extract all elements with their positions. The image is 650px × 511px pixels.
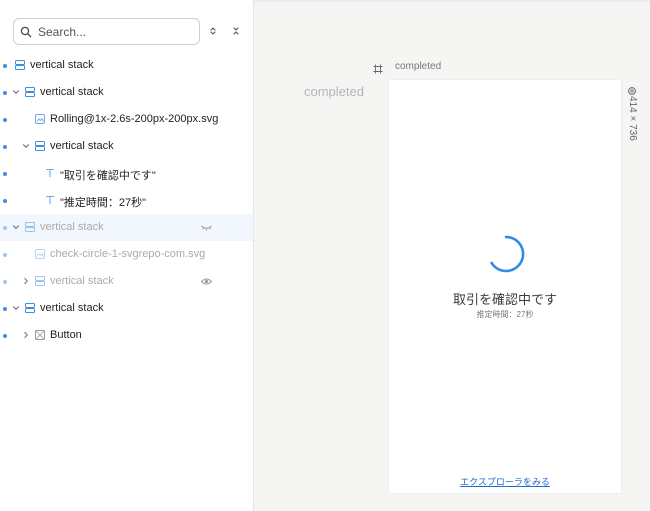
stack-icon <box>34 275 46 287</box>
layer-label: vertical stack <box>30 59 94 71</box>
layer-label: Button <box>50 329 82 341</box>
layer-label: "取引を確認中です" <box>60 170 156 182</box>
frame-name-label[interactable]: completed <box>395 61 441 72</box>
image-icon <box>34 113 46 125</box>
layer-row[interactable]: vertical stack <box>0 214 253 241</box>
layer-label: Rolling@1x-2.6s-200px-200px.svg <box>50 113 219 125</box>
layer-status-dot <box>3 199 7 203</box>
layers-panel: vertical stack vertical stack Rolling@1x-2… <box>0 0 254 511</box>
layer-label: vertical stack <box>50 275 114 287</box>
device-frame[interactable]: 取引を確認中です 推定時間：27秒 エクスプローラをみる <box>389 80 621 493</box>
dimensions-label: 414 × 736 <box>627 96 638 141</box>
layer-row[interactable]: "推定時間：27秒" <box>0 187 253 214</box>
screen-title: 取引を確認中です <box>452 292 557 307</box>
layer-row[interactable]: vertical stack <box>0 79 253 106</box>
screen-subtitle: 推定時間：27秒 <box>476 310 534 319</box>
chevron-down-icon[interactable] <box>11 303 21 313</box>
eye-icon[interactable] <box>200 275 213 288</box>
layer-label: vertical stack <box>40 86 104 98</box>
layer-status-dot <box>3 334 7 338</box>
text-icon <box>44 194 56 206</box>
layer-status-dot <box>3 307 7 311</box>
sort-toggle-button[interactable] <box>206 24 220 38</box>
search-icon <box>20 26 32 37</box>
layer-status-dot <box>3 118 7 122</box>
collapse-all-button[interactable] <box>229 24 243 38</box>
ghost-frame-label: completed <box>304 84 364 99</box>
stack-icon <box>24 221 36 233</box>
layer-status-dot <box>3 226 7 230</box>
stack-icon <box>34 140 46 152</box>
layer-status-dot <box>3 91 7 95</box>
layer-row[interactable]: "取引を確認中です" <box>0 160 253 187</box>
layer-label: check-circle-1-svgrepo-com.svg <box>50 248 206 260</box>
layer-label: "推定時間：27秒" <box>60 197 147 209</box>
stack-icon <box>14 59 26 71</box>
chevron-right-icon[interactable] <box>21 276 31 286</box>
layer-row[interactable]: vertical stack <box>0 133 253 160</box>
chevron-down-icon[interactable] <box>11 222 21 232</box>
layer-row[interactable]: Button <box>0 322 253 349</box>
text-icon <box>44 167 56 179</box>
layer-label: vertical stack <box>40 302 104 314</box>
component-icon <box>34 329 46 341</box>
chevron-down-icon[interactable] <box>11 87 21 97</box>
chevron-right-icon[interactable] <box>21 330 31 340</box>
layer-row[interactable]: check-circle-1-svgrepo-com.svg <box>0 241 253 268</box>
canvas-top-border <box>254 0 650 2</box>
layer-status-dot <box>3 172 7 176</box>
chevron-up-down-icon <box>210 27 216 35</box>
stack-icon <box>24 302 36 314</box>
layer-row[interactable]: Rolling@1x-2.6s-200px-200px.svg <box>0 106 253 133</box>
eye-closed-icon[interactable] <box>200 221 213 234</box>
layer-status-dot <box>3 280 7 284</box>
image-icon <box>34 248 46 260</box>
layer-row[interactable]: vertical stack <box>0 52 253 79</box>
layer-label: vertical stack <box>40 221 104 233</box>
gear-icon <box>628 87 636 95</box>
search-input[interactable] <box>38 24 188 39</box>
loading-spinner-icon <box>490 235 525 273</box>
search-box[interactable] <box>13 18 200 45</box>
explorer-link[interactable]: エクスプローラをみる <box>389 475 621 488</box>
layer-status-dot <box>3 253 7 257</box>
layer-label: vertical stack <box>50 140 114 152</box>
collapse-icon <box>233 27 239 35</box>
frame-icon <box>373 64 383 74</box>
chevron-down-icon[interactable] <box>21 141 31 151</box>
layer-row[interactable]: vertical stack <box>0 268 253 295</box>
stack-icon <box>24 86 36 98</box>
layer-status-dot <box>3 64 7 68</box>
layer-row[interactable]: vertical stack <box>0 295 253 322</box>
layer-status-dot <box>3 145 7 149</box>
dimensions-indicator[interactable]: 414 × 736 <box>626 86 638 148</box>
